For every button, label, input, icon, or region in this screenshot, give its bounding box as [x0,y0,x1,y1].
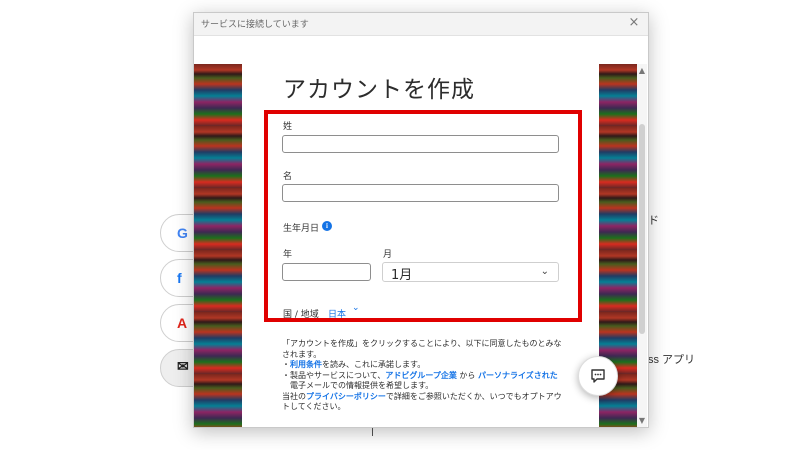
month-label: 月 [383,250,393,260]
page-title: アカウントを作成 [283,77,475,103]
country-select[interactable]: 日本 [328,307,346,320]
terms-bullet: ・製品やサービスについて、アドビグループ企業 から パーソナライズされた 電子メ… [282,370,558,391]
dialog-titlebar: サービスに接続しています × [194,13,648,36]
scroll-down-icon[interactable]: ▼ [637,416,647,425]
terms-footer-text: 当社の [282,391,306,401]
terms-bullet-text: から [456,370,478,380]
background-text: ド [648,215,659,227]
mail-icon: ✉ [177,358,189,374]
terms-bullet-text: 製品やサービスについて、 [290,370,386,380]
personalized-link[interactable]: パーソナライズされた [478,371,558,380]
year-input[interactable] [282,263,371,281]
terms-bullet-text: を読み、これに承諾します。 [322,360,426,369]
info-icon[interactable]: i [322,221,332,231]
dialog-title: サービスに接続しています [201,20,309,30]
chat-button[interactable] [578,356,618,396]
year-label: 年 [283,250,293,260]
chat-icon [591,369,605,383]
close-icon[interactable]: × [626,15,642,31]
google-icon: G [177,225,188,241]
terms-intro: 「アカウントを作成」をクリックすることにより、以下に同意したものとみなされます。 [282,339,562,359]
birthdate-label: 生年月日 [283,224,320,234]
scrollbar-thumb[interactable] [639,124,645,334]
chevron-down-icon[interactable]: ⌄ [352,303,360,313]
adobe-group-link[interactable]: アドビグループ企業 [385,371,457,380]
last-name-input[interactable] [282,135,559,153]
terms-bullet: ・利用条件を読み、これに承諾します。 [282,360,426,369]
terms-footer: 当社のプライバシーポリシーで詳細をご参照いただくか、いつでもオプトアウトしてくだ… [282,392,564,413]
terms-of-use-link[interactable]: 利用条件 [290,360,322,369]
last-name-label: 姓 [283,122,293,132]
country-label: 国 / 地域 [283,310,319,320]
month-select[interactable]: 1月 ⌄ [382,262,559,283]
decorative-image-left [194,64,242,427]
adobe-icon: A [177,315,188,331]
chevron-down-icon: ⌄ [540,266,549,277]
scrollbar[interactable]: ▲ ▼ [637,64,647,427]
first-name-label: 名 [283,172,293,182]
facebook-icon: f [177,270,182,286]
first-name-input[interactable] [282,184,559,202]
scroll-up-icon[interactable]: ▲ [637,66,647,75]
background-text: ss アプリ [648,354,696,366]
terms-text: 「アカウントを作成」をクリックすることにより、以下に同意したものとみなされます。… [282,339,564,413]
month-value: 1月 [391,268,413,283]
privacy-policy-link[interactable]: プライバシーポリシー [306,392,386,401]
terms-bullet-text: 電子メールでの情報提供を希望します。 [290,381,434,390]
